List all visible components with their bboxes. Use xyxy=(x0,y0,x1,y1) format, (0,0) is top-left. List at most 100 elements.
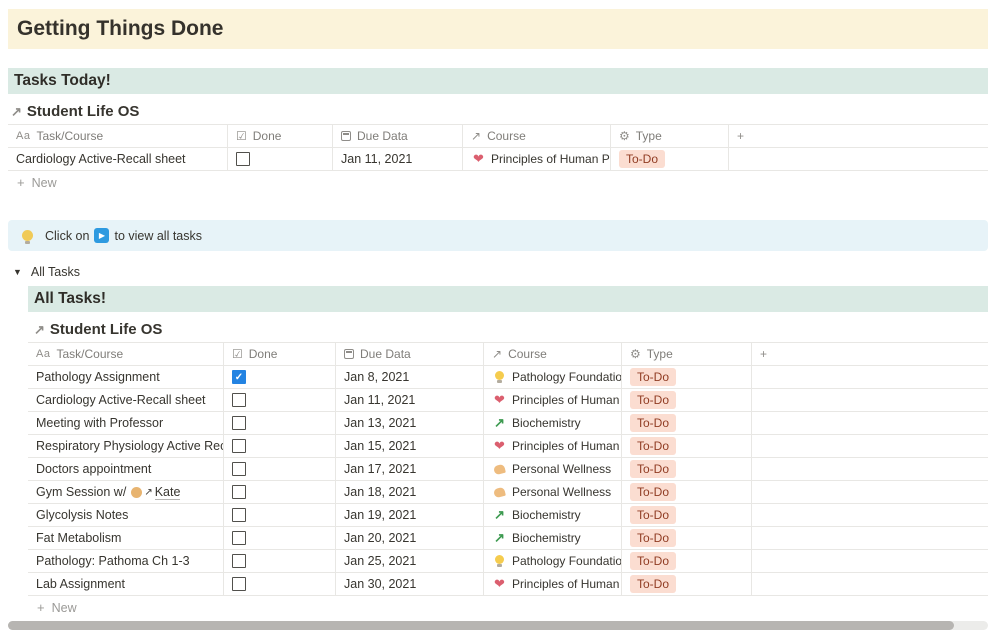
all-tasks-toggle[interactable]: ▼ All Tasks xyxy=(13,265,988,279)
linked-db-title-all[interactable]: ↗ Student Life OS xyxy=(34,321,988,338)
due-date: Jan 15, 2021 xyxy=(344,439,417,453)
due-cell[interactable]: Jan 11, 2021 xyxy=(333,148,463,170)
done-checkbox[interactable] xyxy=(232,508,246,522)
column-header-due[interactable]: Due Data xyxy=(336,343,484,365)
column-header-type[interactable]: ⚙ Type xyxy=(622,343,752,365)
due-date: Jan 18, 2021 xyxy=(344,485,417,499)
due-cell[interactable]: Jan 18, 2021 xyxy=(336,481,484,503)
new-row-button[interactable]: + New xyxy=(8,171,988,194)
column-header-type[interactable]: ⚙ Type xyxy=(611,125,729,147)
new-row-button[interactable]: + New xyxy=(28,596,988,619)
course-cell[interactable]: Principles of Human Phys xyxy=(484,389,622,411)
type-cell[interactable]: To-Do xyxy=(622,481,752,503)
type-cell[interactable]: To-Do xyxy=(622,504,752,526)
course-cell[interactable]: Personal Wellness xyxy=(484,458,622,480)
due-cell[interactable]: Jan 17, 2021 xyxy=(336,458,484,480)
due-cell[interactable]: Jan 20, 2021 xyxy=(336,527,484,549)
column-header-course[interactable]: ↗ Course xyxy=(484,343,622,365)
task-cell[interactable]: Pathology Assignment xyxy=(28,366,224,388)
horizontal-scrollbar[interactable] xyxy=(8,621,988,630)
due-cell[interactable]: Jan 11, 2021 xyxy=(336,389,484,411)
new-label: New xyxy=(51,600,77,615)
plus-icon: + xyxy=(737,129,745,143)
course-cell[interactable]: Biochemistry xyxy=(484,527,622,549)
course-icon xyxy=(492,554,507,568)
type-cell[interactable]: To-Do xyxy=(622,389,752,411)
task-cell[interactable]: Doctors appointment xyxy=(28,458,224,480)
done-checkbox[interactable] xyxy=(232,439,246,453)
due-date: Jan 25, 2021 xyxy=(344,554,417,568)
table-row: Glycolysis Notes Jan 19, 2021 Biochemist… xyxy=(28,504,988,527)
due-cell[interactable]: Jan 15, 2021 xyxy=(336,435,484,457)
task-title: Cardiology Active-Recall sheet xyxy=(36,393,206,407)
due-cell[interactable]: Jan 25, 2021 xyxy=(336,550,484,572)
table-row: Doctors appointment Jan 17, 2021 Persona… xyxy=(28,458,988,481)
task-cell[interactable]: Respiratory Physiology Active Recall xyxy=(28,435,224,457)
course-cell[interactable]: Principles of Human Phys xyxy=(463,148,611,170)
type-cell[interactable]: To-Do xyxy=(622,527,752,549)
due-cell[interactable]: Jan 30, 2021 xyxy=(336,573,484,595)
type-cell[interactable]: To-Do xyxy=(622,573,752,595)
task-cell[interactable]: Meeting with Professor xyxy=(28,412,224,434)
done-checkbox[interactable] xyxy=(232,531,246,545)
done-checkbox[interactable] xyxy=(232,393,246,407)
column-label: Task/Course xyxy=(36,129,104,143)
due-cell[interactable]: Jan 13, 2021 xyxy=(336,412,484,434)
column-label: Done xyxy=(248,347,278,361)
column-header-done[interactable]: ☑ Done xyxy=(224,343,336,365)
course-cell[interactable]: Pathology Foundations xyxy=(484,550,622,572)
task-cell[interactable]: Fat Metabolism xyxy=(28,527,224,549)
due-cell[interactable]: Jan 8, 2021 xyxy=(336,366,484,388)
due-cell[interactable]: Jan 19, 2021 xyxy=(336,504,484,526)
add-column-button[interactable]: + xyxy=(752,343,988,365)
type-cell[interactable]: To-Do xyxy=(622,412,752,434)
done-cell xyxy=(224,504,336,526)
linked-db-title-today[interactable]: ↗ Student Life OS xyxy=(11,103,988,120)
column-header-due[interactable]: Due Data xyxy=(333,125,463,147)
column-header-course[interactable]: ↗ Course xyxy=(463,125,611,147)
column-header-done[interactable]: ☑ Done xyxy=(228,125,333,147)
done-checkbox[interactable] xyxy=(232,577,246,591)
done-checkbox[interactable] xyxy=(232,416,246,430)
done-checkbox[interactable] xyxy=(232,485,246,499)
new-label: New xyxy=(31,175,57,190)
page-mention-kate[interactable]: ↗ Kate xyxy=(131,485,181,500)
course-cell[interactable]: Pathology Foundations xyxy=(484,366,622,388)
gear-icon: ⚙ xyxy=(619,129,630,143)
course-name: Principles of Human Phys xyxy=(491,152,610,166)
type-cell[interactable]: To-Do xyxy=(622,366,752,388)
task-title: Respiratory Physiology Active Recall xyxy=(36,439,224,453)
type-cell[interactable]: To-Do xyxy=(611,148,729,170)
course-cell[interactable]: Personal Wellness xyxy=(484,481,622,503)
scrollbar-thumb[interactable] xyxy=(8,621,954,630)
task-cell[interactable]: Glycolysis Notes xyxy=(28,504,224,526)
course-cell[interactable]: Principles of Human Phys xyxy=(484,573,622,595)
done-checkbox[interactable] xyxy=(232,462,246,476)
type-cell[interactable]: To-Do xyxy=(622,435,752,457)
play-button-icon[interactable]: ▶ xyxy=(94,228,110,243)
task-cell[interactable]: Lab Assignment xyxy=(28,573,224,595)
done-checkbox[interactable] xyxy=(232,554,246,568)
task-cell[interactable]: Gym Session w/ ↗ Kate xyxy=(28,481,224,503)
type-cell[interactable]: To-Do xyxy=(622,458,752,480)
task-cell[interactable]: Cardiology Active-Recall sheet xyxy=(8,148,228,170)
course-cell[interactable]: Biochemistry xyxy=(484,504,622,526)
gear-icon: ⚙ xyxy=(630,347,641,361)
relation-arrow-icon: ↗ xyxy=(471,129,482,143)
course-name: Pathology Foundations xyxy=(512,554,622,568)
table-row: Lab Assignment Jan 30, 2021 Principles o… xyxy=(28,573,988,596)
done-cell xyxy=(224,412,336,434)
add-column-button[interactable]: + xyxy=(729,125,988,147)
type-badge: To-Do xyxy=(630,460,677,478)
column-header-task[interactable]: Aa Task/Course xyxy=(28,343,224,365)
type-cell[interactable]: To-Do xyxy=(622,550,752,572)
task-cell[interactable]: Cardiology Active-Recall sheet xyxy=(28,389,224,411)
done-checkbox[interactable] xyxy=(232,370,246,384)
task-cell[interactable]: Pathology: Pathoma Ch 1-3 xyxy=(28,550,224,572)
arrow-ne-icon: ↗ xyxy=(11,103,22,119)
column-header-task[interactable]: Aa Task/Course xyxy=(8,125,228,147)
done-checkbox[interactable] xyxy=(236,152,250,166)
course-icon xyxy=(492,393,507,407)
course-cell[interactable]: Principles of Human Phys xyxy=(484,435,622,457)
course-cell[interactable]: Biochemistry xyxy=(484,412,622,434)
